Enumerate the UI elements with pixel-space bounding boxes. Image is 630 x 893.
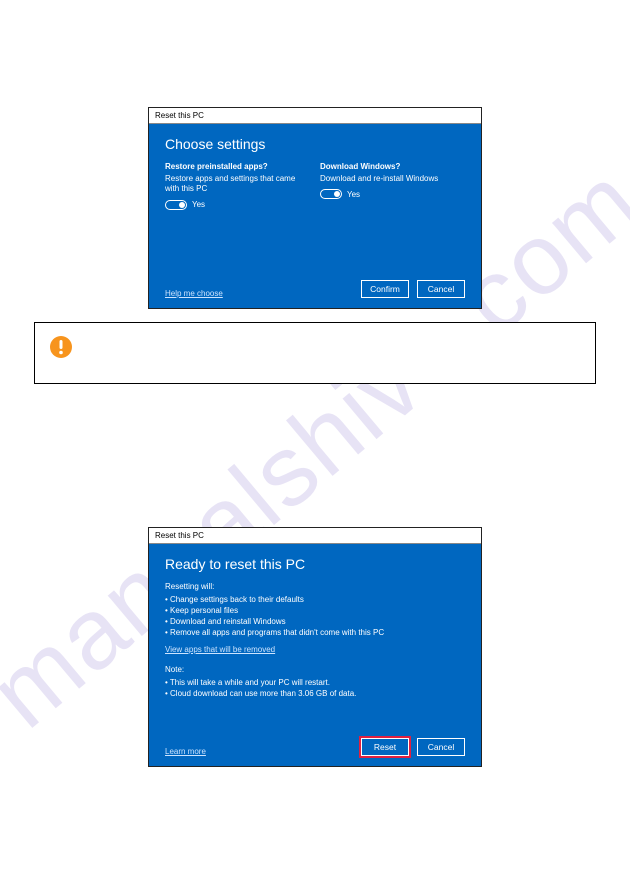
- list-item: Download and reinstall Windows: [165, 617, 465, 626]
- resetting-will-label: Resetting will:: [165, 582, 465, 591]
- list-item: Change settings back to their defaults: [165, 595, 465, 604]
- list-item: Remove all apps and programs that didn't…: [165, 628, 465, 637]
- list-item: Keep personal files: [165, 606, 465, 615]
- cancel-button[interactable]: Cancel: [417, 280, 465, 298]
- download-windows-question: Download Windows?: [320, 162, 465, 171]
- dialog-titlebar: Reset this PC: [149, 528, 481, 544]
- list-item: This will take a while and your PC will …: [165, 678, 465, 687]
- download-windows-desc: Download and re-install Windows: [320, 174, 465, 184]
- dialog-heading: Choose settings: [165, 136, 465, 152]
- note-list: This will take a while and your PC will …: [165, 678, 465, 698]
- reset-button[interactable]: Reset: [361, 738, 409, 756]
- restore-apps-desc: Restore apps and settings that came with…: [165, 174, 310, 195]
- download-windows-toggle-label: Yes: [347, 190, 360, 199]
- cancel-button[interactable]: Cancel: [417, 738, 465, 756]
- ready-reset-dialog: Reset this PC Ready to reset this PC Res…: [148, 527, 482, 767]
- download-windows-section: Download Windows? Download and re-instal…: [320, 162, 465, 210]
- restore-apps-question: Restore preinstalled apps?: [165, 162, 310, 171]
- view-apps-link[interactable]: View apps that will be removed: [165, 645, 275, 654]
- dialog-titlebar: Reset this PC: [149, 108, 481, 124]
- list-item: Cloud download can use more than 3.06 GB…: [165, 689, 465, 698]
- important-callout: IMPORTANT: If you have enabled BitLocker…: [34, 322, 596, 384]
- restore-apps-toggle[interactable]: [165, 200, 187, 210]
- dialog-heading: Ready to reset this PC: [165, 556, 465, 572]
- choose-settings-dialog: Reset this PC Choose settings Restore pr…: [148, 107, 482, 309]
- download-windows-toggle[interactable]: [320, 189, 342, 199]
- help-me-choose-link[interactable]: Help me choose: [165, 289, 223, 298]
- warning-icon: [49, 335, 73, 359]
- reset-actions-list: Change settings back to their defaults K…: [165, 595, 465, 637]
- note-label: Note:: [165, 665, 465, 674]
- confirm-button[interactable]: Confirm: [361, 280, 409, 298]
- restore-apps-toggle-label: Yes: [192, 200, 205, 209]
- restore-apps-section: Restore preinstalled apps? Restore apps …: [165, 162, 310, 210]
- learn-more-link[interactable]: Learn more: [165, 747, 206, 756]
